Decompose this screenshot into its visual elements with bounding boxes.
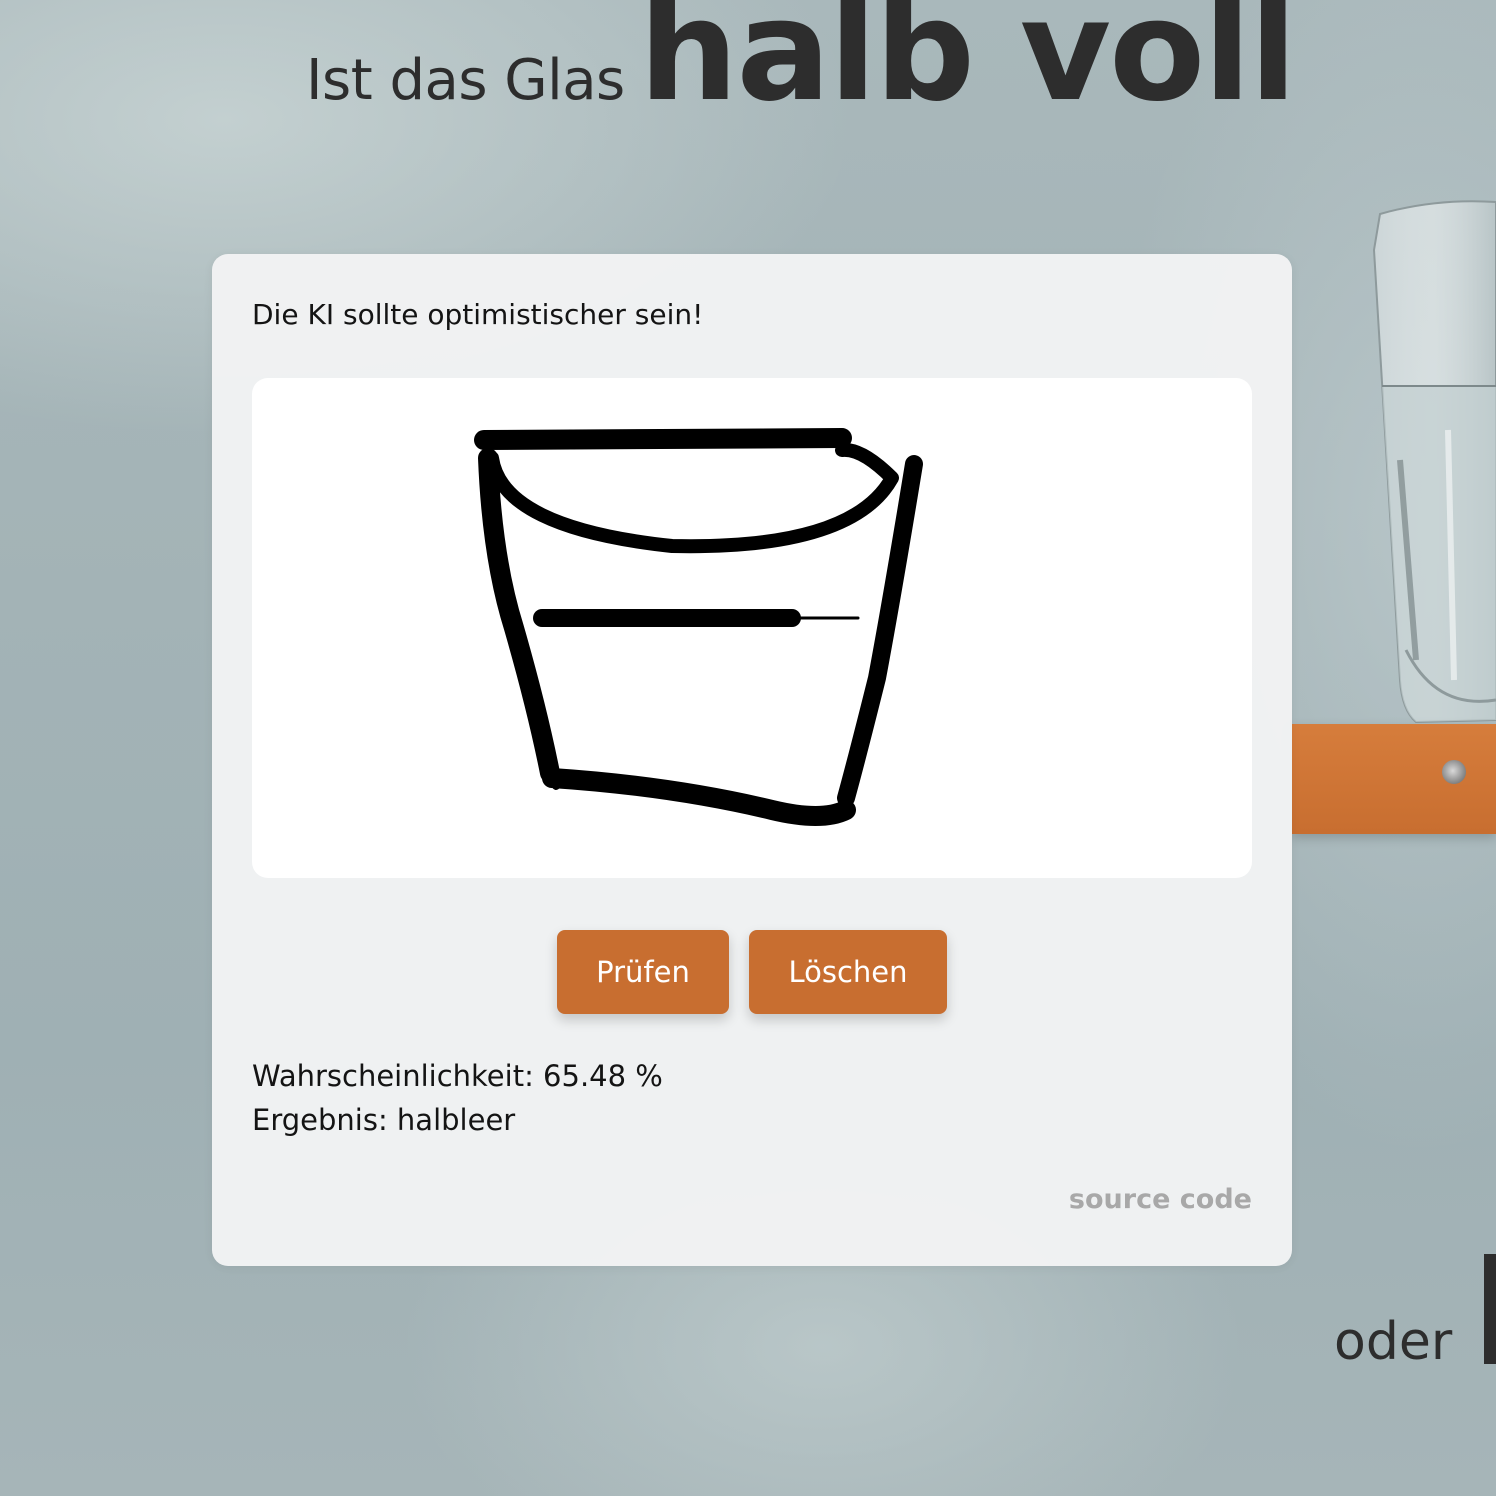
result-block: Wahrscheinlichkeit: 65.48 % Ergebnis: ha… bbox=[252, 1054, 663, 1142]
title-prefix: Ist das Glas bbox=[306, 48, 625, 113]
title-emphasis: halb voll bbox=[638, 0, 1298, 133]
outcome-text: Ergebnis: halbleer bbox=[252, 1103, 516, 1137]
drawing-canvas[interactable] bbox=[252, 378, 1252, 878]
hint-text: Die KI sollte optimistischer sein! bbox=[252, 298, 704, 331]
main-panel: Die KI sollte optimistischer sein! Prüfe… bbox=[212, 254, 1292, 1266]
screw-icon bbox=[1442, 760, 1466, 784]
drawn-glass-sketch bbox=[474, 428, 923, 826]
orange-shelf bbox=[1292, 724, 1496, 834]
button-row: Prüfen Löschen bbox=[212, 930, 1292, 1014]
page-title: Ist das Glas halb voll bbox=[306, 0, 1298, 133]
probability-text: Wahrscheinlichkeit: 65.48 % bbox=[252, 1059, 663, 1093]
cropped-letter-bar bbox=[1484, 1254, 1496, 1364]
water-glass-image bbox=[1372, 200, 1496, 724]
clear-button[interactable]: Löschen bbox=[749, 930, 947, 1014]
oder-text: oder bbox=[1334, 1312, 1453, 1372]
source-code-link[interactable]: source code bbox=[1069, 1184, 1252, 1215]
check-button[interactable]: Prüfen bbox=[557, 930, 729, 1014]
